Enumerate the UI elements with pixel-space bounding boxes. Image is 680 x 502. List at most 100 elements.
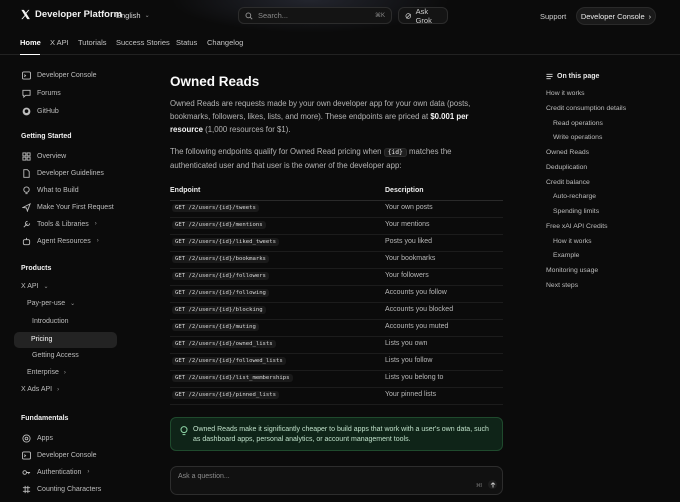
- language-selector[interactable]: English ⌄: [116, 11, 150, 20]
- endpoint-code: GET /2/users/{id}/muting: [172, 323, 259, 331]
- toc-item-read-operations[interactable]: Read operations: [553, 120, 603, 127]
- lightbulb-icon: [180, 426, 188, 436]
- sidebar-item-label: X Ads API: [21, 386, 53, 393]
- grok-icon: [405, 12, 412, 19]
- endpoint-code: GET /2/users/{id}/list_memberships: [172, 374, 293, 382]
- sidebar-item-tools-libraries[interactable]: Tools & Libraries ›: [21, 219, 97, 229]
- toc-item-auto-recharge[interactable]: Auto-recharge: [553, 193, 596, 200]
- sidebar-item-x-ads-api[interactable]: X Ads API ›: [21, 386, 59, 393]
- toc-item-next-steps[interactable]: Next steps: [546, 282, 578, 289]
- tab-status[interactable]: Status: [176, 38, 197, 47]
- endpoint-description: Accounts you blocked: [385, 306, 454, 313]
- section-title-fundamentals: Fundamentals: [21, 415, 69, 422]
- sidebar-item-github[interactable]: GitHub: [21, 106, 59, 116]
- toc-item-deduplication[interactable]: Deduplication: [546, 164, 587, 171]
- search-shortcut: ⌘K: [374, 13, 385, 19]
- endpoint-description: Lists you follow: [385, 357, 433, 364]
- section-title-products: Products: [21, 265, 52, 272]
- tab-changelog[interactable]: Changelog: [207, 38, 243, 47]
- counter-icon: [21, 484, 31, 494]
- sidebar-item-what-to-build[interactable]: What to Build: [21, 185, 79, 195]
- toc-item-write-operations[interactable]: Write operations: [553, 134, 602, 141]
- brand-logo[interactable]: Developer Platform: [20, 9, 122, 20]
- sidebar-item-agent-resources[interactable]: Agent Resources ›: [21, 236, 99, 246]
- sidebar-item-label: Tools & Libraries: [37, 220, 89, 228]
- sidebar-item-overview[interactable]: Overview: [21, 151, 66, 161]
- page-title: Owned Reads: [170, 74, 260, 89]
- table-row: GET /2/users/{id}/list_memberships Lists …: [170, 371, 503, 388]
- chevron-right-icon: ›: [648, 11, 652, 21]
- wrench-icon: [21, 219, 31, 229]
- table-row: GET /2/users/{id}/muting Accounts you mut…: [170, 320, 503, 337]
- sidebar-item-fund-developer-console[interactable]: Developer Console: [21, 450, 97, 460]
- table-row: GET /2/users/{id}/pinned_lists Your pinne…: [170, 388, 503, 405]
- toc-item-credit-balance[interactable]: Credit balance: [546, 179, 590, 186]
- sidebar-item-forums[interactable]: Forums: [21, 88, 61, 98]
- table-row: GET /2/users/{id}/mentions Your mentions: [170, 218, 503, 235]
- toc-item-credit-consumption[interactable]: Credit consumption details: [546, 105, 626, 112]
- table-row: GET /2/users/{id}/blocking Accounts you b…: [170, 303, 503, 320]
- sidebar-item-label: Pricing: [31, 336, 53, 343]
- sidebar-item-label: Overview: [37, 152, 67, 160]
- x-logo-icon: [21, 9, 30, 20]
- toc-item-monitoring-usage[interactable]: Monitoring usage: [546, 267, 598, 274]
- github-icon: [21, 106, 31, 116]
- tab-home[interactable]: Home: [20, 38, 41, 47]
- endpoint-code: GET /2/users/{id}/followers: [172, 272, 269, 280]
- sidebar-item-pricing[interactable]: Pricing: [14, 332, 117, 348]
- support-link[interactable]: Support: [540, 12, 566, 21]
- sidebar-item-label: Developer Console: [37, 71, 97, 79]
- sidebar-item-introduction[interactable]: Introduction: [32, 318, 69, 325]
- main-content: Owned Reads Owned Reads are requests mad…: [170, 55, 505, 502]
- section-title-getting-started: Getting Started: [21, 133, 72, 140]
- toc-item-free-xai-credits[interactable]: Free xAI API Credits: [546, 223, 608, 230]
- chevron-right-icon: ›: [94, 221, 97, 227]
- ask-question-input[interactable]: Ask a question... ⌘I: [170, 466, 503, 495]
- search-icon: [245, 12, 253, 20]
- sidebar-item-authentication[interactable]: Authentication ›: [21, 467, 89, 477]
- endpoint-code: GET /2/users/{id}/mentions: [172, 221, 266, 229]
- toc-title: On this page: [557, 73, 600, 80]
- sidebar-item-apps[interactable]: Apps: [21, 433, 53, 443]
- sidebar-item-label: What to Build: [37, 186, 79, 194]
- ask-shortcut: ⌘I: [476, 483, 483, 489]
- tab-tutorials[interactable]: Tutorials: [78, 38, 106, 47]
- toc-item-how-it-works-2[interactable]: How it works: [553, 238, 592, 245]
- intro-text-b: (1,000 resources for $1).: [202, 125, 291, 134]
- table-row: GET /2/users/{id}/liked_tweets Posts you …: [170, 235, 503, 252]
- sidebar-item-developer-guidelines[interactable]: Developer Guidelines: [21, 168, 104, 178]
- tab-x-api[interactable]: X API: [50, 38, 69, 47]
- toc-item-owned-reads[interactable]: Owned Reads: [546, 149, 589, 156]
- arrow-up-icon: [490, 481, 495, 487]
- endpoint-description: Accounts you muted: [385, 323, 449, 330]
- endpoint-description: Posts you liked: [385, 238, 433, 245]
- developer-console-button[interactable]: Developer Console ›: [576, 7, 656, 25]
- table-row: GET /2/users/{id}/owned_lists Lists you o…: [170, 337, 503, 354]
- tab-success-stories[interactable]: Success Stories: [116, 38, 170, 47]
- ask-grok-button[interactable]: Ask Grok: [398, 7, 448, 25]
- endpoint-description: Your pinned lists: [385, 391, 437, 398]
- list-icon: [546, 73, 553, 80]
- sidebar-item-x-api[interactable]: X API ⌄: [21, 283, 49, 290]
- search-placeholder: Search...: [258, 11, 289, 20]
- sidebar-item-label: Developer Guidelines: [37, 169, 104, 177]
- ask-placeholder: Ask a question...: [178, 473, 230, 480]
- sidebar-item-developer-console[interactable]: Developer Console: [21, 70, 97, 80]
- sidebar-item-label: GitHub: [37, 107, 59, 115]
- sidebar-item-enterprise[interactable]: Enterprise ›: [27, 369, 66, 376]
- send-button[interactable]: [488, 480, 497, 489]
- toc-item-how-it-works[interactable]: How it works: [546, 90, 585, 97]
- sidebar-item-pay-per-use[interactable]: Pay-per-use ⌄: [27, 300, 75, 307]
- search-box[interactable]: Search... ⌘K: [238, 7, 392, 24]
- sidebar-item-label: Forums: [37, 89, 61, 97]
- toc-item-example[interactable]: Example: [553, 252, 579, 259]
- column-header-endpoint: Endpoint: [170, 187, 201, 194]
- chevron-right-icon: ›: [63, 369, 66, 376]
- sidebar-item-counting-characters[interactable]: Counting Characters: [21, 484, 101, 494]
- sidebar-item-label: Apps: [37, 434, 53, 442]
- sidebar-item-getting-access[interactable]: Getting Access: [32, 352, 79, 359]
- sidebar-item-make-first-request[interactable]: Make Your First Request: [21, 202, 114, 212]
- brand-name: Developer Platform: [35, 9, 123, 20]
- endpoint-description: Lists you own: [385, 340, 428, 347]
- toc-item-spending-limits[interactable]: Spending limits: [553, 208, 599, 215]
